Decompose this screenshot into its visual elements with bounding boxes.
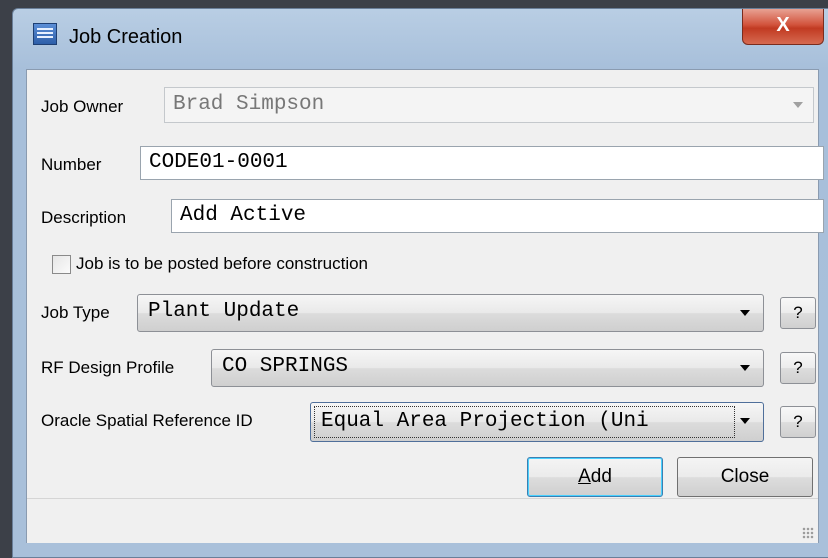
number-label: Number xyxy=(41,155,102,174)
job-owner-label: Job Owner xyxy=(41,97,124,116)
job-owner-select[interactable]: Brad Simpson xyxy=(164,87,814,123)
posted-before-construction-checkbox[interactable] xyxy=(52,255,71,274)
add-button-label: dd xyxy=(590,466,612,487)
spatial-reference-value: Equal Area Projection (Uni xyxy=(321,410,649,433)
spatial-reference-select[interactable]: Equal Area Projection (Uni xyxy=(310,402,764,442)
chevron-down-icon xyxy=(740,365,750,371)
window-app-icon xyxy=(33,23,57,45)
job-type-select[interactable]: Plant Update xyxy=(137,294,764,332)
job-type-label: Job Type xyxy=(41,303,110,322)
dialog-client-area: Job Owner Brad Simpson Number CODE01-000… xyxy=(26,69,824,543)
resize-grip-icon[interactable] xyxy=(802,527,814,539)
chevron-down-icon xyxy=(793,102,803,108)
description-label: Description xyxy=(41,208,127,227)
chevron-down-icon xyxy=(740,310,750,316)
number-input[interactable]: CODE01-0001 xyxy=(140,146,824,180)
title-bar[interactable]: Job Creation X xyxy=(13,9,828,65)
rf-design-profile-label: RF Design Profile xyxy=(41,358,175,377)
job-owner-value: Brad Simpson xyxy=(173,93,325,116)
description-input[interactable]: Add Active xyxy=(171,199,824,233)
spatial-reference-label: Oracle Spatial Reference ID xyxy=(41,411,253,430)
rf-design-profile-select[interactable]: CO SPRINGS xyxy=(211,349,764,387)
posted-before-construction-label: Job is to be posted before construction xyxy=(76,254,369,273)
status-bar xyxy=(27,498,818,543)
rf-design-profile-help-button[interactable]: ? xyxy=(780,352,816,384)
add-button-mnemonic: A xyxy=(578,466,591,487)
job-type-value: Plant Update xyxy=(148,300,300,323)
job-creation-window: Job Creation X Job Owner Brad Simpson Nu… xyxy=(12,8,828,558)
add-button[interactable]: Add xyxy=(527,457,663,497)
window-title: Job Creation xyxy=(69,26,183,48)
rf-design-profile-value: CO SPRINGS xyxy=(222,355,349,378)
job-type-help-button[interactable]: ? xyxy=(780,297,816,329)
spatial-reference-help-button[interactable]: ? xyxy=(780,406,816,438)
chevron-down-icon xyxy=(740,418,750,424)
close-button[interactable]: Close xyxy=(677,457,813,497)
close-window-button[interactable]: X xyxy=(742,9,824,45)
